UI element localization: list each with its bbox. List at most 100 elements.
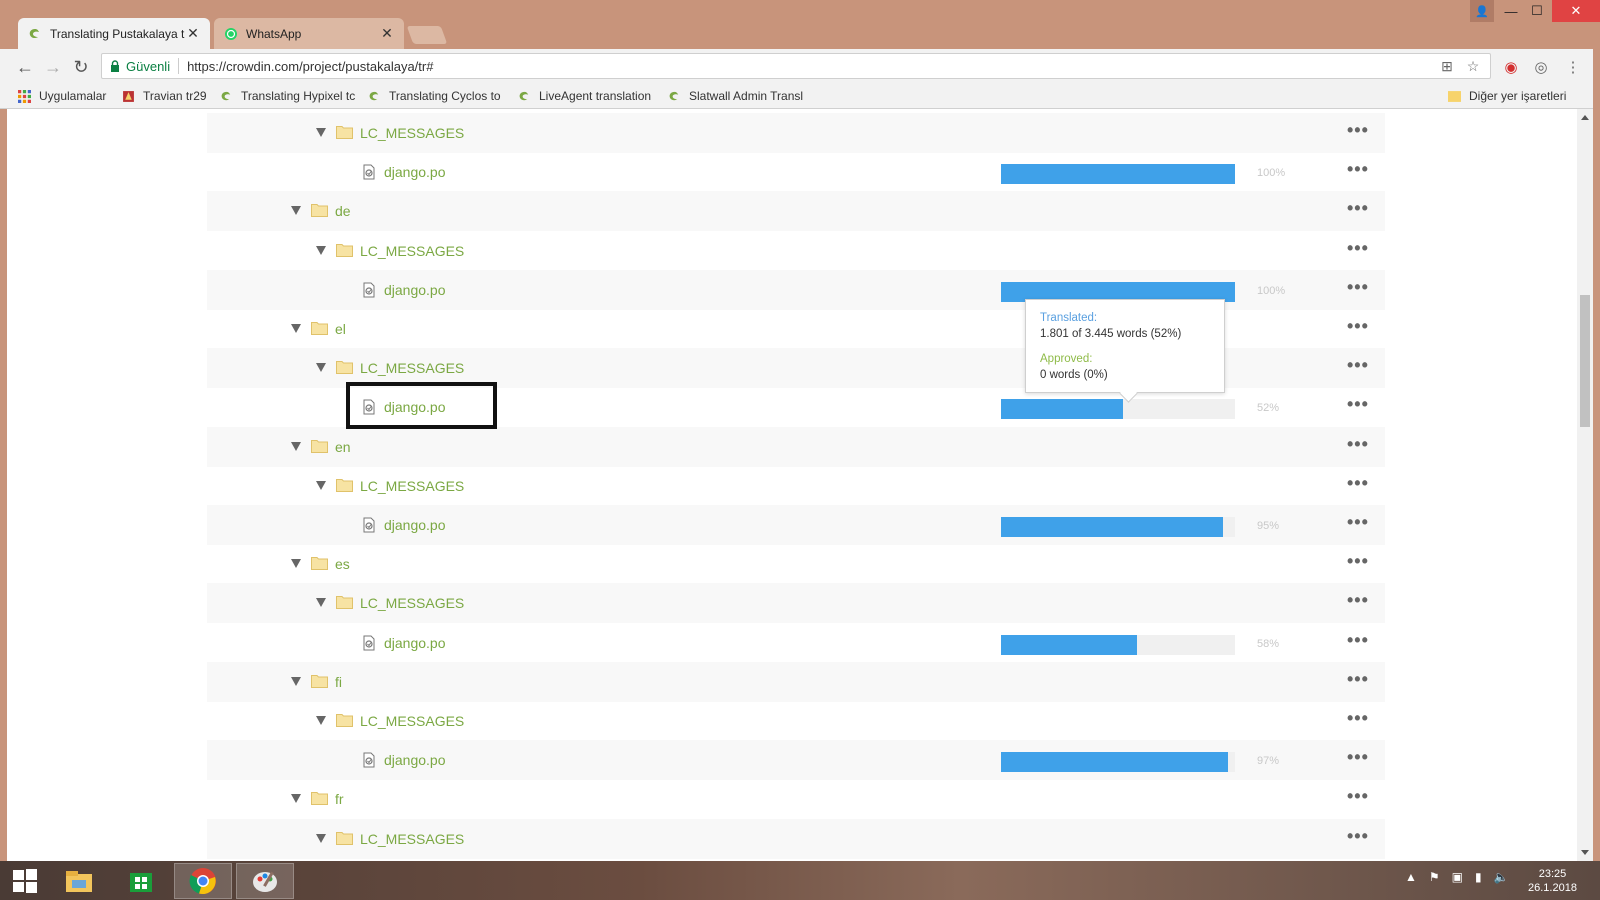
bookmark-cyclos[interactable]: Translating Cyclos to bbox=[368, 87, 506, 105]
translation-progress-bar[interactable] bbox=[1001, 634, 1235, 655]
more-options-icon[interactable]: ••• bbox=[1347, 435, 1369, 453]
new-tab-button[interactable] bbox=[406, 26, 448, 44]
scroll-thumb[interactable] bbox=[1580, 295, 1590, 427]
reload-icon[interactable]: ↻ bbox=[70, 56, 92, 78]
start-button[interactable] bbox=[0, 863, 50, 899]
expand-arrow-icon[interactable] bbox=[291, 206, 301, 216]
expand-arrow-icon[interactable] bbox=[291, 441, 301, 451]
scroll-up-icon[interactable] bbox=[1581, 115, 1589, 120]
file-name[interactable]: django.po bbox=[384, 517, 446, 533]
window-close-button[interactable]: ✕ bbox=[1552, 0, 1600, 22]
folder-name[interactable]: LC_MESSAGES bbox=[360, 125, 464, 141]
more-options-icon[interactable]: ••• bbox=[1347, 591, 1369, 609]
folder-row[interactable]: LC_MESSAGES ••• bbox=[207, 231, 1385, 271]
expand-arrow-icon[interactable] bbox=[316, 245, 326, 255]
store-button[interactable] bbox=[112, 863, 170, 899]
clock[interactable]: 23:25 26.1.2018 bbox=[1528, 867, 1577, 895]
folder-name[interactable]: LC_MESSAGES bbox=[360, 360, 464, 376]
folder-name[interactable]: de bbox=[335, 203, 351, 219]
more-options-icon[interactable]: ••• bbox=[1347, 199, 1369, 217]
address-bar[interactable]: Güvenli https://crowdin.com/project/pust… bbox=[101, 53, 1491, 79]
translation-progress-bar[interactable] bbox=[1001, 399, 1235, 420]
translation-progress-bar[interactable] bbox=[1001, 164, 1235, 185]
folder-row[interactable]: de ••• bbox=[207, 191, 1385, 232]
folder-name[interactable]: es bbox=[335, 556, 350, 572]
network-device-icon[interactable]: ▣ bbox=[1452, 870, 1463, 884]
more-options-icon[interactable]: ••• bbox=[1347, 827, 1369, 845]
file-row[interactable]: django.po 95% ••• bbox=[207, 505, 1385, 545]
user-profile-icon[interactable]: 👤 bbox=[1470, 0, 1494, 22]
more-options-icon[interactable]: ••• bbox=[1347, 317, 1369, 335]
chrome-button[interactable] bbox=[174, 863, 232, 899]
more-options-icon[interactable]: ••• bbox=[1347, 278, 1369, 296]
tab-whatsapp[interactable]: WhatsApp ✕ bbox=[214, 18, 404, 49]
expand-arrow-icon[interactable] bbox=[316, 128, 326, 137]
expand-arrow-icon[interactable] bbox=[316, 716, 326, 725]
scroll-down-icon[interactable] bbox=[1581, 850, 1589, 855]
tab-crowdin[interactable]: Translating Pustakalaya t ✕ bbox=[18, 18, 210, 49]
menu-kebab-icon[interactable]: ⋮ bbox=[1562, 56, 1584, 78]
folder-row[interactable]: es ••• bbox=[207, 544, 1385, 584]
more-options-icon[interactable]: ••• bbox=[1347, 239, 1369, 257]
folder-name[interactable]: en bbox=[335, 439, 351, 455]
folder-row[interactable]: fr ••• bbox=[207, 779, 1385, 819]
more-options-icon[interactable]: ••• bbox=[1347, 748, 1369, 766]
folder-name[interactable]: el bbox=[335, 321, 346, 337]
translation-progress-bar[interactable] bbox=[1001, 517, 1235, 537]
forward-arrow-icon[interactable]: → bbox=[42, 56, 64, 78]
tray-expand-icon[interactable]: ▲ bbox=[1405, 870, 1417, 884]
bookmark-hypixel[interactable]: Translating Hypixel tc bbox=[220, 87, 358, 105]
expand-arrow-icon[interactable] bbox=[291, 559, 301, 569]
expand-arrow-icon[interactable] bbox=[291, 324, 301, 333]
action-center-flag-icon[interactable]: ⚑ bbox=[1429, 870, 1440, 884]
more-options-icon[interactable]: ••• bbox=[1347, 160, 1369, 178]
bookmark-slatwall[interactable]: Slatwall Admin Transl bbox=[668, 87, 808, 105]
paint-button[interactable] bbox=[236, 863, 294, 899]
more-options-icon[interactable]: ••• bbox=[1347, 356, 1369, 374]
more-options-icon[interactable]: ••• bbox=[1347, 787, 1369, 805]
translate-icon[interactable]: ⊞ bbox=[1438, 57, 1456, 75]
folder-row[interactable]: LC_MESSAGES ••• bbox=[207, 466, 1385, 506]
folder-name[interactable]: LC_MESSAGES bbox=[360, 243, 464, 259]
url-text[interactable]: https://crowdin.com/project/pustakalaya/… bbox=[187, 59, 1438, 74]
file-explorer-button[interactable] bbox=[50, 863, 108, 899]
folder-row[interactable]: LC_MESSAGES ••• bbox=[207, 113, 1385, 153]
folder-name[interactable]: LC_MESSAGES bbox=[360, 478, 464, 494]
folder-name[interactable]: LC_MESSAGES bbox=[360, 713, 464, 729]
bookmark-apps[interactable]: Uygulamalar bbox=[18, 87, 112, 105]
more-options-icon[interactable]: ••• bbox=[1347, 474, 1369, 492]
file-name[interactable]: django.po bbox=[384, 635, 446, 651]
more-options-icon[interactable]: ••• bbox=[1347, 513, 1369, 531]
extension-icon[interactable]: ◎ bbox=[1530, 56, 1552, 78]
file-name[interactable]: django.po bbox=[384, 752, 446, 768]
opera-extension-icon[interactable]: ◉ bbox=[1500, 56, 1522, 78]
signal-icon[interactable]: ▮ bbox=[1475, 870, 1482, 884]
more-options-icon[interactable]: ••• bbox=[1347, 709, 1369, 727]
bookmark-star-icon[interactable]: ☆ bbox=[1464, 57, 1482, 75]
more-options-icon[interactable]: ••• bbox=[1347, 631, 1369, 649]
expand-arrow-icon[interactable] bbox=[316, 480, 326, 490]
maximize-button[interactable]: ☐ bbox=[1524, 0, 1550, 22]
more-options-icon[interactable]: ••• bbox=[1347, 552, 1369, 570]
file-name[interactable]: django.po bbox=[384, 164, 446, 180]
expand-arrow-icon[interactable] bbox=[316, 363, 326, 373]
folder-name[interactable]: LC_MESSAGES bbox=[360, 831, 464, 847]
translation-progress-bar[interactable] bbox=[1001, 752, 1235, 773]
expand-arrow-icon[interactable] bbox=[316, 833, 326, 843]
file-name[interactable]: django.po bbox=[384, 282, 446, 298]
folder-row[interactable]: fi ••• bbox=[207, 661, 1385, 702]
folder-name[interactable]: fr bbox=[335, 791, 344, 807]
folder-row[interactable]: LC_MESSAGES ••• bbox=[207, 701, 1385, 741]
file-row[interactable]: django.po 58% ••• bbox=[207, 623, 1385, 663]
expand-arrow-icon[interactable] bbox=[291, 676, 301, 686]
bookmark-travian[interactable]: Travian tr29 bbox=[122, 87, 212, 105]
back-arrow-icon[interactable]: ← bbox=[14, 56, 36, 78]
more-options-icon[interactable]: ••• bbox=[1347, 395, 1369, 413]
expand-arrow-icon[interactable] bbox=[316, 598, 326, 608]
folder-row[interactable]: en ••• bbox=[207, 426, 1385, 467]
folder-name[interactable]: fi bbox=[335, 674, 342, 690]
folder-name[interactable]: LC_MESSAGES bbox=[360, 595, 464, 611]
close-icon[interactable]: ✕ bbox=[380, 25, 394, 42]
more-options-icon[interactable]: ••• bbox=[1347, 670, 1369, 688]
more-options-icon[interactable]: ••• bbox=[1347, 121, 1369, 139]
